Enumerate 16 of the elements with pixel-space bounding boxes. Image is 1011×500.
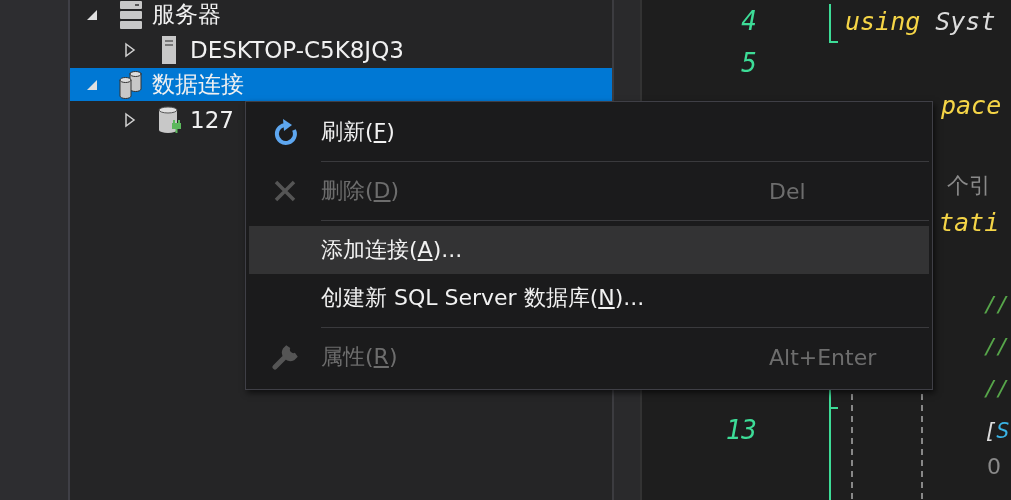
shortcut-text: Del xyxy=(769,178,807,204)
shortcut-text: Alt+Enter xyxy=(769,344,878,370)
code-keyword: using xyxy=(845,6,921,36)
code-comment: // xyxy=(984,333,1009,359)
code-text: Syst xyxy=(935,6,996,36)
line-number: 5 xyxy=(741,48,757,78)
line-number: 4 xyxy=(741,6,757,36)
code-text: [ xyxy=(984,417,997,443)
line-number: 13 xyxy=(725,415,757,445)
code-keyword: tati xyxy=(939,207,1000,237)
code-lens-hint: 个引 xyxy=(947,172,991,200)
code-comment: // xyxy=(984,291,1009,317)
code-lens-hint: 0 xyxy=(987,453,1001,479)
code-comment: // xyxy=(984,375,1009,401)
code-keyword: pace xyxy=(941,90,1002,120)
code-type-name: S xyxy=(996,417,1009,443)
